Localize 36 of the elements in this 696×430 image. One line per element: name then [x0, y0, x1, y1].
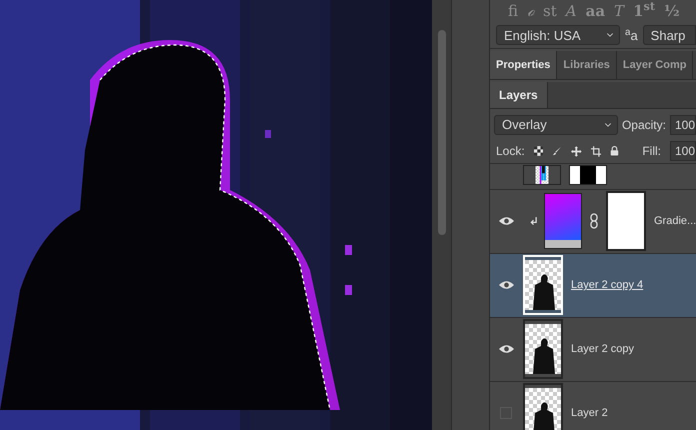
layer-name: Layer 2 copy [571, 342, 634, 358]
antialias-dropdown[interactable]: Sharp [642, 25, 696, 46]
eye-icon[interactable] [498, 344, 514, 354]
layer-name: Layer 2 copy 4 [571, 278, 644, 294]
panel-tab[interactable]: Layer Comp [616, 51, 694, 79]
eye-icon[interactable] [498, 216, 514, 226]
lock-label: Lock: [496, 143, 525, 160]
layer-name: Gradie... [654, 214, 696, 230]
layer-row[interactable]: Layer 2 copy [490, 318, 696, 382]
opacity-field[interactable]: 100 [670, 115, 696, 136]
lock-icon[interactable] [610, 145, 620, 158]
panel-tab[interactable]: Libraries [557, 51, 617, 79]
language-dropdown[interactable]: English: USA [496, 25, 620, 46]
panel-tab[interactable]: Layers [490, 82, 548, 108]
brush-icon[interactable] [552, 145, 562, 158]
layer-thumbnail [523, 319, 563, 380]
eye-icon[interactable] [498, 280, 514, 290]
opacity-label: Opacity: [622, 117, 666, 134]
scrollbar-thumb[interactable] [438, 30, 446, 235]
layer-thumbnail [523, 383, 563, 430]
layer-name: Layer 2 [571, 406, 608, 422]
layer-row[interactable]: Gradie... [490, 190, 696, 254]
fill-label: Fill: [642, 143, 661, 160]
layer-row[interactable] [490, 164, 696, 190]
panel-tab[interactable]: Properties [490, 51, 558, 79]
layer-thumbnail [523, 255, 563, 316]
layer-row[interactable]: Layer 2 copy 4 [490, 254, 696, 318]
antialias-icon: $^{a}$a [625, 26, 638, 46]
move-icon[interactable] [571, 144, 582, 158]
crop-icon[interactable] [590, 144, 602, 158]
layer-row[interactable]: Layer 2 [490, 382, 696, 430]
fill-field[interactable]: 100 [670, 141, 696, 162]
lock-transparency-icon[interactable] [534, 145, 544, 158]
link-icon[interactable] [590, 213, 598, 230]
gradient-thumbnail [544, 193, 582, 250]
blend-mode-dropdown[interactable]: Overlay [494, 115, 618, 136]
